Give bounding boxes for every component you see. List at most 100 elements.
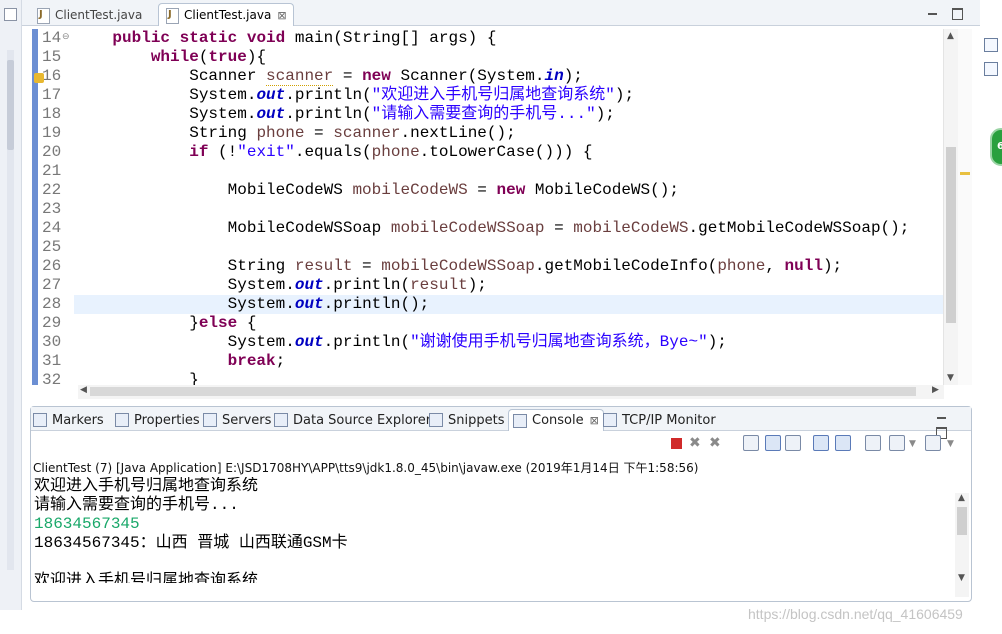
code-token: , [765, 257, 785, 275]
code-token: .println( [285, 86, 372, 104]
notification-badge[interactable]: 6 [990, 128, 1002, 166]
line-number: 26 [42, 257, 62, 275]
chevron-down-icon[interactable]: ▼ [909, 439, 925, 455]
code-token: out [294, 333, 324, 351]
code-editor[interactable]: 14151617181920212223242526272829303132 p… [30, 29, 954, 385]
code-line[interactable]: MobileCodeWS mobileCodeWS = new MobileCo… [74, 181, 679, 200]
clear-console-icon[interactable] [743, 435, 759, 451]
code-line[interactable]: System.out.println("请输入需要查询的手机号..."); [74, 105, 615, 124]
left-scrollbar[interactable] [7, 50, 14, 570]
close-tab-icon[interactable]: ⊠ [277, 9, 286, 22]
code-line[interactable]: } [74, 371, 199, 385]
warning-icon[interactable] [34, 73, 44, 83]
maximize-icon[interactable] [951, 7, 964, 20]
java-file-icon [36, 7, 50, 24]
pin-console-icon[interactable] [865, 435, 881, 451]
remove-launch-icon[interactable]: ✖ [689, 435, 705, 451]
data-source-icon [274, 413, 288, 427]
code-token: phone [256, 124, 305, 142]
console-icon [513, 413, 527, 428]
panel-tab-properties[interactable]: Properties [115, 409, 200, 431]
close-tab-icon[interactable]: ⊠ [590, 414, 599, 427]
scroll-lock-icon[interactable] [765, 435, 781, 451]
code-token: .getMobileCodeInfo( [534, 257, 718, 275]
panel-tab-tcp-ip-monitor[interactable]: TCP/IP Monitor [603, 409, 716, 431]
display-console-icon[interactable] [889, 435, 905, 451]
console-vertical-scrollbar[interactable]: ▲ ▼ [955, 493, 969, 597]
editor-horizontal-scrollbar-thumb[interactable] [90, 387, 916, 396]
code-line[interactable]: String result = mobileCodeWSSoap.getMobi… [74, 257, 843, 276]
terminate-icon[interactable] [671, 438, 682, 449]
panel-tab-servers[interactable]: Servers [203, 409, 271, 431]
panel-tab-markers[interactable]: Markers [33, 409, 104, 431]
minimize-icon[interactable] [926, 7, 939, 19]
chevron-down-icon[interactable]: ▼ [947, 439, 963, 455]
code-token: "exit" [237, 143, 295, 161]
task-list-icon[interactable] [984, 62, 998, 76]
editor-vertical-scrollbar[interactable]: ▲ ▼ [943, 29, 958, 385]
code-line[interactable]: public static void main(String[] args) { [74, 29, 496, 48]
code-line[interactable]: if (!"exit".equals(phone.toLowerCase()))… [74, 143, 593, 162]
show-on-stdout-icon[interactable] [813, 435, 829, 451]
restore-view-button[interactable] [4, 8, 17, 21]
outline-view-icon[interactable] [984, 38, 998, 52]
code-line[interactable]: while(true){ [74, 48, 266, 67]
panel-tab-label: Markers [52, 412, 104, 428]
warning-marker[interactable] [960, 172, 970, 175]
line-number: 25 [42, 238, 62, 256]
code-line[interactable]: System.out.println("欢迎进入手机号归属地查询系统"); [74, 86, 634, 105]
code-token: ( [198, 48, 209, 66]
editor-tab-active[interactable]: ClientTest.java ⊠ [158, 3, 294, 26]
left-scrollbar-thumb[interactable] [7, 60, 14, 150]
scroll-down-icon[interactable]: ▼ [958, 573, 965, 583]
word-wrap-icon[interactable] [785, 435, 801, 451]
code-token: .getMobileCodeWSSoap(); [688, 219, 910, 237]
bottom-panel: Markers Properties Servers Data Source Expl… [30, 406, 972, 602]
remove-all-terminated-icon[interactable]: ✖ [709, 435, 725, 451]
code-line[interactable]: MobileCodeWSSoap mobileCodeWSSoap = mobi… [74, 219, 910, 238]
code-token: .toLowerCase())) { [419, 143, 593, 161]
code-area[interactable]: public static void main(String[] args) {… [74, 29, 954, 385]
scroll-up-icon[interactable]: ▲ [947, 31, 954, 41]
scroll-left-icon[interactable]: ◀ [80, 385, 87, 395]
panel-tab-label: Console [532, 413, 584, 428]
code-token: .println(); [323, 295, 430, 313]
code-token: if [189, 143, 209, 161]
code-line[interactable]: System.out.println("谢谢使用手机号归属地查询系统，Bye~"… [74, 333, 727, 352]
console-output-line: 欢迎进入手机号归属地查询系统 [34, 477, 259, 495]
panel-tab-console[interactable]: Console ⊠ [508, 409, 604, 431]
java-file-icon [165, 8, 179, 24]
code-token: = [333, 67, 363, 85]
code-line[interactable]: System.out.println(); [74, 295, 954, 314]
code-token: out [294, 276, 324, 294]
console-scrollbar-thumb[interactable] [957, 507, 967, 535]
panel-tab-snippets[interactable]: Snippets [429, 409, 504, 431]
scroll-right-icon[interactable]: ▶ [932, 385, 939, 395]
open-console-icon[interactable] [925, 435, 941, 451]
scroll-down-icon[interactable]: ▼ [947, 373, 954, 383]
show-on-stderr-icon[interactable] [835, 435, 851, 451]
console-output-line: 欢迎进入手机号归属地查询系统 [34, 572, 259, 583]
console-output[interactable]: 欢迎进入手机号归属地查询系统 请输入需要查询的手机号... 18634567345 1… [34, 477, 954, 583]
code-line[interactable]: break; [74, 352, 286, 371]
editor-vertical-scrollbar-thumb[interactable] [946, 147, 956, 323]
editor-horizontal-scrollbar[interactable]: ◀ ▶ [78, 385, 944, 399]
code-line[interactable]: System.out.println(result); [74, 276, 487, 295]
code-token: (! [208, 143, 238, 161]
editor-tab[interactable]: ClientTest.java [30, 3, 160, 26]
line-number: 28 [42, 295, 62, 313]
console-process-label: ClientTest (7) [Java Application] E:\JSD… [33, 461, 699, 475]
scroll-up-icon[interactable]: ▲ [958, 493, 965, 503]
code-line[interactable]: }else { [74, 314, 256, 333]
minimize-icon[interactable] [935, 411, 948, 423]
editor-tab-bar: ClientTest.java ClientTest.java ⊠ [22, 0, 980, 26]
panel-tab-data-source-explorer[interactable]: Data Source Explorer [274, 409, 431, 431]
code-line[interactable]: String phone = scanner.nextLine(); [74, 124, 515, 143]
code-line[interactable]: Scanner scanner = new Scanner(System.in)… [74, 67, 583, 86]
console-input-line: 18634567345 [34, 515, 140, 533]
code-token: mobileCodeWS [573, 219, 689, 237]
line-number: 21 [42, 162, 62, 180]
